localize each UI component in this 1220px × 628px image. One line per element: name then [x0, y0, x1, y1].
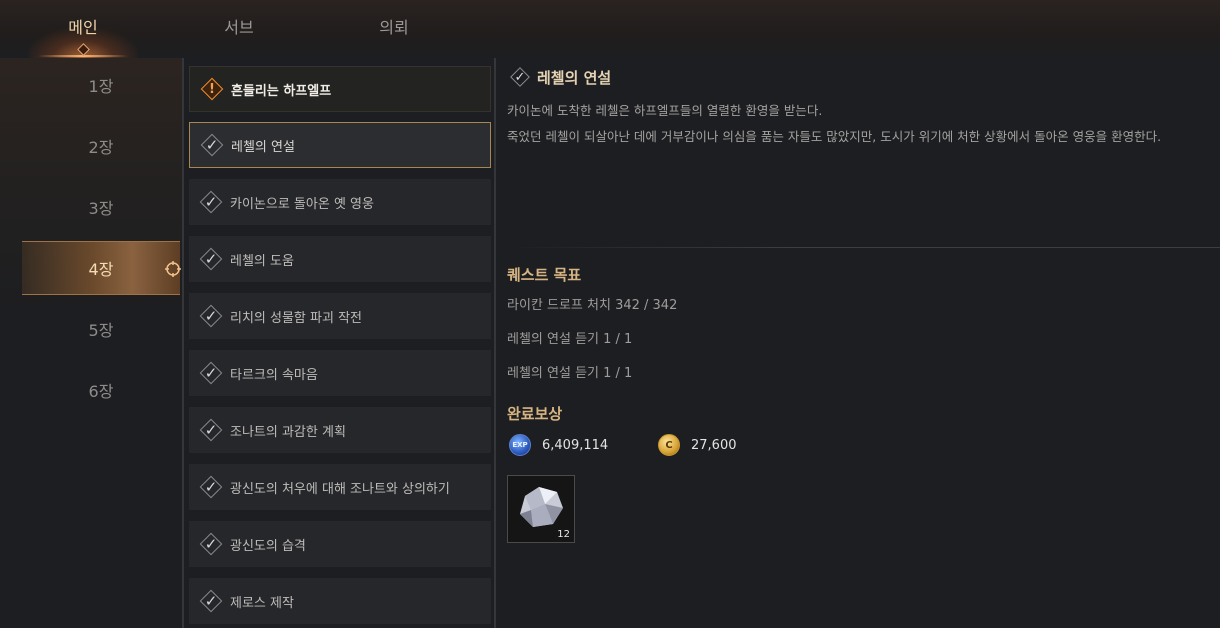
- quest-label: 리치의 성물함 파괴 작전: [230, 310, 362, 326]
- quest-item[interactable]: ✓ 리치의 성물함 파괴 작전: [189, 293, 491, 339]
- objectives-title: 퀘스트 목표: [507, 266, 582, 284]
- chapter-item[interactable]: 3장: [22, 180, 180, 234]
- tab-request[interactable]: 의뢰: [319, 0, 469, 58]
- quest-in-progress-icon: !: [197, 74, 227, 104]
- quest-item[interactable]: ✓ 조나트의 과감한 계획: [189, 407, 491, 453]
- check-icon: ✓: [196, 415, 226, 445]
- quest-item-selected[interactable]: ✓ 레첼의 연설: [189, 122, 491, 168]
- quest-description-line: 죽었던 레첼이 되살아난 데에 거부감이나 의심을 품는 자들도 많았지만, 도…: [507, 129, 1162, 144]
- quest-label: 광신도의 처우에 대해 조나트와 상의하기: [230, 481, 450, 497]
- check-icon: ✓: [196, 472, 226, 502]
- check-icon: ✓: [196, 586, 226, 616]
- column-divider: [182, 58, 184, 628]
- quest-label: 레첼의 연설: [231, 139, 295, 155]
- tab-main-label: 메인: [68, 18, 98, 37]
- tab-sub-label: 서브: [224, 18, 254, 37]
- exp-icon: EXP: [509, 434, 531, 456]
- quest-label: 타르크의 속마음: [230, 367, 318, 383]
- quest-label: 흔들리는 하프엘프: [231, 83, 332, 99]
- quest-label: 제로스 제작: [230, 595, 294, 611]
- rewards-title: 완료보상: [507, 405, 563, 423]
- chapter-label: 2장: [88, 138, 114, 157]
- quest-item[interactable]: ✓ 타르크의 속마음: [189, 350, 491, 396]
- exp-reward-value: 6,409,114: [542, 437, 609, 453]
- objective-item: 라이칸 드로프 처치 342 / 342: [507, 298, 678, 313]
- quest-item[interactable]: ✓ 카이논으로 돌아온 옛 영웅: [189, 179, 491, 225]
- selected-chapter-marker-icon: [162, 258, 184, 280]
- check-icon: ✓: [196, 301, 226, 331]
- quest-item[interactable]: ✓ 레첼의 도움: [189, 236, 491, 282]
- chapter-label: 6장: [88, 382, 114, 401]
- chapter-item[interactable]: 1장: [22, 58, 180, 112]
- reward-item-slot[interactable]: 12: [507, 475, 575, 543]
- quest-detail-panel: ✓ 레첼의 연설 카이논에 도착한 레첼은 하프엘프들의 열렬한 환영을 받는다…: [497, 58, 1220, 628]
- quest-list: ! 흔들리는 하프엘프 ✓ 레첼의 연설 ✓ 카이논으로 돌아온 옛 영웅 ✓ …: [188, 58, 492, 628]
- chapter-label: 3장: [88, 199, 114, 218]
- item-count: 12: [557, 529, 570, 540]
- chapter-item[interactable]: 6장: [22, 363, 180, 417]
- gold-coin-icon: C: [658, 434, 680, 456]
- column-divider: [494, 58, 496, 628]
- quest-label: 광신도의 습격: [230, 538, 306, 554]
- chapter-item-active[interactable]: 4장: [22, 241, 181, 295]
- chapter-item[interactable]: 2장: [22, 119, 180, 173]
- objective-item: 레첼의 연설 듣기 1 / 1: [507, 332, 633, 347]
- gold-reward-value: 27,600: [691, 437, 737, 453]
- check-icon: ✓: [197, 130, 227, 160]
- quest-item-current[interactable]: ! 흔들리는 하프엘프: [189, 66, 491, 112]
- quest-label: 레첼의 도움: [230, 253, 294, 269]
- gold-reward: C 27,600: [658, 434, 737, 456]
- quest-description-line: 카이논에 도착한 레첼은 하프엘프들의 열렬한 환영을 받는다.: [507, 103, 823, 118]
- crystal-icon: [520, 487, 563, 527]
- chapter-list: 1장 2장 3장 4장 5장 6장: [0, 58, 182, 628]
- section-divider: [507, 247, 1220, 248]
- quest-item[interactable]: ✓ 제로스 제작: [189, 578, 491, 624]
- tab-main[interactable]: 메인: [8, 0, 158, 58]
- check-icon: ✓: [196, 358, 226, 388]
- quest-description: 카이논에 도착한 레첼은 하프엘프들의 열렬한 환영을 받는다. 죽었던 레첼이…: [507, 98, 1207, 150]
- quest-item[interactable]: ✓ 광신도의 습격: [189, 521, 491, 567]
- quest-item[interactable]: ✓ 광신도의 처우에 대해 조나트와 상의하기: [189, 464, 491, 510]
- tab-sub[interactable]: 서브: [164, 0, 314, 58]
- check-icon: ✓: [196, 244, 226, 274]
- quest-title: 레첼의 연설: [537, 68, 612, 87]
- check-icon: ✓: [509, 66, 531, 88]
- chapter-label: 4장: [88, 260, 114, 279]
- check-icon: ✓: [196, 187, 226, 217]
- quest-label: 조나트의 과감한 계획: [230, 424, 346, 440]
- top-tab-bar: 메인 서브 의뢰: [0, 0, 1220, 58]
- tab-request-label: 의뢰: [379, 18, 409, 37]
- quest-detail-header: ✓ 레첼의 연설: [509, 66, 611, 88]
- chapter-item[interactable]: 5장: [22, 302, 180, 356]
- check-icon: ✓: [196, 529, 226, 559]
- chapter-label: 1장: [88, 77, 114, 96]
- chapter-label: 5장: [88, 321, 114, 340]
- objective-item: 레첼의 연설 듣기 1 / 1: [507, 366, 633, 381]
- exp-reward: EXP 6,409,114: [509, 434, 608, 456]
- quest-label: 카이논으로 돌아온 옛 영웅: [230, 196, 374, 212]
